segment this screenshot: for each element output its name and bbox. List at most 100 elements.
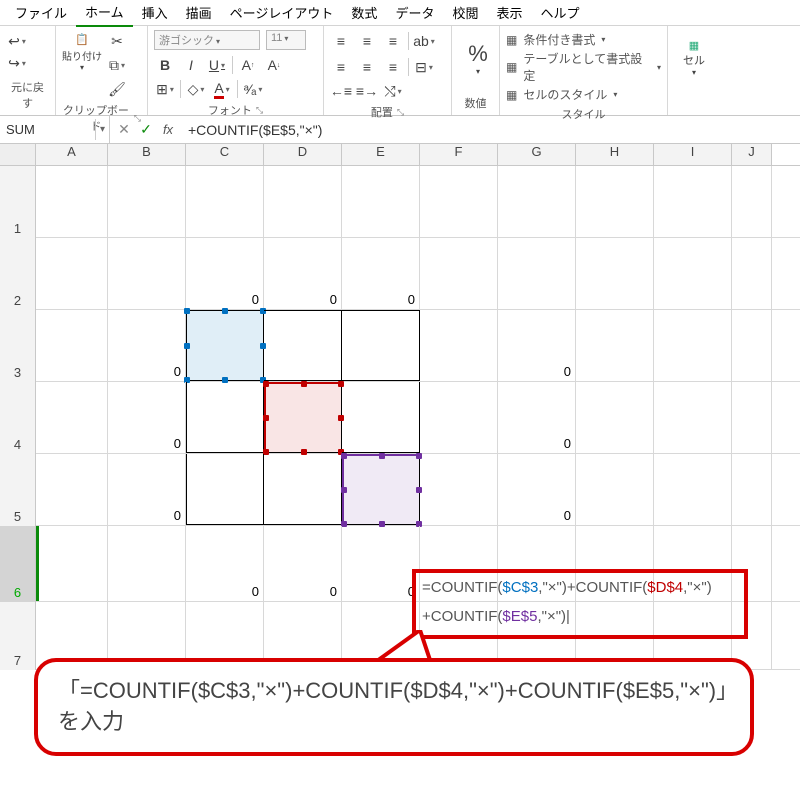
col-header-B[interactable]: B bbox=[108, 144, 186, 165]
cell-F1[interactable] bbox=[420, 166, 498, 237]
orientation-icon[interactable]: ⤭ bbox=[382, 80, 404, 102]
row-header-6[interactable]: 6 bbox=[0, 526, 36, 602]
cell-H5[interactable] bbox=[576, 454, 654, 525]
cell-A1[interactable] bbox=[36, 166, 108, 237]
cell-G1[interactable] bbox=[498, 166, 576, 237]
fx-icon[interactable]: fx bbox=[158, 122, 178, 137]
cell-I5[interactable] bbox=[654, 454, 732, 525]
cell-D6[interactable]: 0 bbox=[264, 526, 342, 601]
format-as-table[interactable]: ▦テーブルとして書式設定 ▾ bbox=[506, 49, 661, 85]
col-header-A[interactable]: A bbox=[36, 144, 108, 165]
insert-cells-button[interactable]: ▦セル▾ bbox=[674, 30, 714, 86]
row-header-2[interactable]: 2 bbox=[0, 238, 36, 310]
cell-E1[interactable] bbox=[342, 166, 420, 237]
merge-icon[interactable]: ⊟ bbox=[413, 56, 435, 78]
cell-F3[interactable] bbox=[420, 310, 498, 381]
col-header-D[interactable]: D bbox=[264, 144, 342, 165]
cell-B6[interactable] bbox=[108, 526, 186, 601]
paste-button[interactable]: 📋 貼り付け ▾ bbox=[62, 30, 102, 72]
cell-C5[interactable] bbox=[186, 454, 264, 525]
cell-E5[interactable] bbox=[342, 454, 420, 525]
name-box[interactable]: SUM bbox=[0, 119, 96, 140]
row-header-7[interactable]: 7 bbox=[0, 602, 36, 670]
menu-pagelayout[interactable]: ページレイアウト bbox=[221, 0, 343, 26]
col-header-J[interactable]: J bbox=[732, 144, 772, 165]
cell-J1[interactable] bbox=[732, 166, 772, 237]
format-painter-icon[interactable]: 🖌 bbox=[106, 78, 128, 100]
align-center-icon[interactable]: ≡ bbox=[356, 56, 378, 78]
bold-icon[interactable]: B bbox=[154, 54, 176, 76]
cell-G2[interactable] bbox=[498, 238, 576, 309]
name-box-dropdown[interactable]: ▾ bbox=[96, 116, 110, 143]
col-header-H[interactable]: H bbox=[576, 144, 654, 165]
cell-I4[interactable] bbox=[654, 382, 732, 453]
cell-E4[interactable] bbox=[342, 382, 420, 453]
launcher-icon[interactable]: ⤡ bbox=[256, 105, 263, 116]
align-middle-icon[interactable]: ≡ bbox=[356, 30, 378, 52]
cell-J5[interactable] bbox=[732, 454, 772, 525]
underline-icon[interactable]: U bbox=[206, 54, 228, 76]
col-header-C[interactable]: C bbox=[186, 144, 264, 165]
cell-A4[interactable] bbox=[36, 382, 108, 453]
cell-C6[interactable]: 0 bbox=[186, 526, 264, 601]
cell-A5[interactable] bbox=[36, 454, 108, 525]
menu-view[interactable]: 表示 bbox=[487, 0, 531, 26]
cell-B5[interactable]: 0 bbox=[108, 454, 186, 525]
menu-draw[interactable]: 描画 bbox=[177, 0, 221, 26]
cell-H3[interactable] bbox=[576, 310, 654, 381]
cell-H2[interactable] bbox=[576, 238, 654, 309]
cell-J2[interactable] bbox=[732, 238, 772, 309]
align-right-icon[interactable]: ≡ bbox=[382, 56, 404, 78]
phonetic-icon[interactable]: ᵃ⁄ₐ bbox=[242, 78, 264, 100]
font-size-select[interactable]: 11 bbox=[266, 30, 306, 50]
cell-D3[interactable] bbox=[264, 310, 342, 381]
fill-color-icon[interactable]: ◇ bbox=[185, 78, 207, 100]
cell-A6[interactable] bbox=[36, 526, 108, 601]
col-header-E[interactable]: E bbox=[342, 144, 420, 165]
cell-G5[interactable]: 0 bbox=[498, 454, 576, 525]
cell-F4[interactable] bbox=[420, 382, 498, 453]
row-header-4[interactable]: 4 bbox=[0, 382, 36, 454]
cell-D1[interactable] bbox=[264, 166, 342, 237]
cell-C3[interactable] bbox=[186, 310, 264, 381]
cell-A2[interactable] bbox=[36, 238, 108, 309]
cell-F2[interactable] bbox=[420, 238, 498, 309]
cell-G4[interactable]: 0 bbox=[498, 382, 576, 453]
indent-icon[interactable]: ≡→ bbox=[356, 80, 378, 102]
cell-I3[interactable] bbox=[654, 310, 732, 381]
menu-home[interactable]: ホーム bbox=[76, 0, 133, 27]
col-header-G[interactable]: G bbox=[498, 144, 576, 165]
cell-H1[interactable] bbox=[576, 166, 654, 237]
cell-D2[interactable]: 0 bbox=[264, 238, 342, 309]
cell-styles[interactable]: ▦セルのスタイル ▾ bbox=[506, 85, 661, 104]
menu-data[interactable]: データ bbox=[386, 0, 443, 26]
select-all[interactable] bbox=[0, 144, 36, 165]
align-left-icon[interactable]: ≡ bbox=[330, 56, 352, 78]
menu-formulas[interactable]: 数式 bbox=[342, 0, 386, 26]
formula-input[interactable]: +COUNTIF($E$5,"×") bbox=[182, 119, 800, 141]
cell-D4[interactable] bbox=[264, 382, 342, 453]
number-percent-icon[interactable]: %▾ bbox=[458, 30, 498, 86]
copy-icon[interactable]: ⧉ bbox=[106, 54, 128, 76]
redo-icon[interactable]: ↪ bbox=[6, 52, 28, 74]
align-bottom-icon[interactable]: ≡ bbox=[382, 30, 404, 52]
cell-B4[interactable]: 0 bbox=[108, 382, 186, 453]
cancel-icon[interactable]: ✕ bbox=[114, 121, 134, 138]
cell-E3[interactable] bbox=[342, 310, 420, 381]
undo-icon[interactable]: ↩ bbox=[6, 30, 28, 52]
cell-I1[interactable] bbox=[654, 166, 732, 237]
menu-file[interactable]: ファイル bbox=[6, 0, 76, 26]
cell-A3[interactable] bbox=[36, 310, 108, 381]
cell-C4[interactable] bbox=[186, 382, 264, 453]
cell-E2[interactable]: 0 bbox=[342, 238, 420, 309]
enter-icon[interactable]: ✓ bbox=[136, 121, 156, 138]
cell-J4[interactable] bbox=[732, 382, 772, 453]
menu-insert[interactable]: 挿入 bbox=[133, 0, 177, 26]
font-color-icon[interactable]: A bbox=[211, 78, 233, 100]
launcher-icon[interactable]: ⤡ bbox=[397, 107, 404, 118]
align-top-icon[interactable]: ≡ bbox=[330, 30, 352, 52]
conditional-formatting[interactable]: ▦条件付き書式 ▾ bbox=[506, 30, 661, 49]
grow-font-icon[interactable]: A↑ bbox=[237, 54, 259, 76]
row-header-5[interactable]: 5 bbox=[0, 454, 36, 526]
outdent-icon[interactable]: ←≡ bbox=[330, 80, 352, 102]
